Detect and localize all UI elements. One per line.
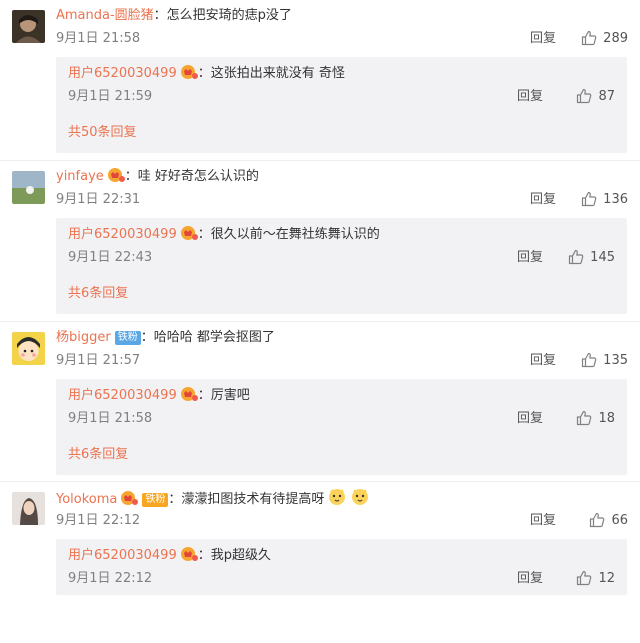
reply-box: 用户6520030499 ：这张拍出来就没有 奇怪 9月1日 21:59 回复 8… xyxy=(56,57,627,153)
thumbs-up-icon xyxy=(577,88,592,104)
reply-button[interactable]: 回复 xyxy=(517,409,543,429)
comment-username[interactable]: 杨bigger xyxy=(56,330,111,345)
reply-time: 9月1日 21:58 xyxy=(68,410,153,426)
reply-meta: 9月1日 22:43 回复 145 xyxy=(68,248,627,268)
reply-meta: 9月1日 21:59 回复 87 xyxy=(68,87,627,107)
view-more-replies-link[interactable]: 共50条回复 xyxy=(68,123,137,143)
reply-button[interactable]: 回复 xyxy=(517,87,543,107)
comment-line: 杨bigger 铁粉 ：哈哈哈 都学会抠图了 xyxy=(56,328,632,348)
vip-badge-icon xyxy=(180,64,198,88)
reply-button[interactable]: 回复 xyxy=(517,248,543,268)
reply-time: 9月1日 22:12 xyxy=(68,571,153,587)
like-button[interactable]: 136 xyxy=(566,190,628,210)
fan-badge: 铁粉 xyxy=(142,493,169,508)
comment-text: ：濛濛扣图技术有待提高呀 xyxy=(168,492,325,508)
comment-text: ：哇 好好奇怎么认识的 xyxy=(124,168,259,184)
thumbs-up-icon xyxy=(577,571,592,586)
reply-line: 用户6520030499 ：很久以前～在舞社练舞认识的 xyxy=(68,224,380,249)
thumbs-up-icon xyxy=(590,513,605,528)
like-count: 12 xyxy=(598,571,615,587)
avatar[interactable] xyxy=(12,492,45,526)
emoji-icon xyxy=(350,488,370,513)
comment-thread: Amanda-圆脸猪：怎么把安琦的痣p没了 9月1日 21:58 回复 289 … xyxy=(0,0,640,161)
reply-button[interactable]: 回复 xyxy=(517,569,543,589)
like-button[interactable]: 145 xyxy=(553,248,615,268)
comment-thread: Yolokoma 铁粉 ：濛濛扣图技术有待提高呀 9月1日 22:12 回复 66 … xyxy=(0,482,640,643)
comment-line: Yolokoma 铁粉 ：濛濛扣图技术有待提高呀 xyxy=(56,488,632,513)
comment-time: 9月1日 21:57 xyxy=(56,352,141,368)
reply-button[interactable]: 回复 xyxy=(530,29,556,49)
comment-text: ：怎么把安琦的痣p没了 xyxy=(153,8,292,23)
reply-button[interactable]: 回复 xyxy=(530,351,556,371)
like-button[interactable]: 289 xyxy=(566,29,628,49)
reply-box: 用户6520030499 ：厉害吧 9月1日 21:58 回复 18 共6条回复 xyxy=(56,378,627,475)
reply-text: ：这张拍出来就没有 奇怪 xyxy=(197,66,345,81)
comment-time: 9月1日 22:12 xyxy=(56,513,141,529)
like-button[interactable]: 135 xyxy=(566,351,628,371)
comment-text: ：哈哈哈 都学会抠图了 xyxy=(140,329,275,345)
reply-box: 用户6520030499 ：我p超级久 9月1日 22:12 回复 12 xyxy=(56,539,627,596)
thumbs-up-icon xyxy=(582,352,597,367)
thumbs-up-icon xyxy=(577,410,592,425)
like-count: 66 xyxy=(611,513,628,529)
reply-username[interactable]: 用户6520030499 xyxy=(68,66,177,81)
view-more-replies-link[interactable]: 共6条回复 xyxy=(68,445,128,465)
comment-thread: yinfaye ：哇 好好奇怎么认识的 9月1日 22:31 回复 136 用户6… xyxy=(0,161,640,322)
reply-button[interactable]: 回复 xyxy=(530,190,556,210)
reply-username[interactable]: 用户6520030499 xyxy=(68,548,177,563)
comment-time: 9月1日 22:31 xyxy=(56,191,141,207)
like-count: 136 xyxy=(603,191,628,207)
comment-time: 9月1日 21:58 xyxy=(56,31,141,46)
reply-meta: 9月1日 21:58 回复 18 xyxy=(68,409,627,429)
vip-badge-icon xyxy=(120,490,139,513)
comment-username[interactable]: yinfaye xyxy=(56,169,104,184)
comment-meta: 9月1日 22:12 回复 66 xyxy=(56,511,632,531)
like-count: 135 xyxy=(603,352,628,368)
like-count: 289 xyxy=(603,31,628,46)
vip-badge-icon xyxy=(107,167,125,190)
comment-thread: 杨bigger 铁粉 ：哈哈哈 都学会抠图了 9月1日 21:57 回复 135 用… xyxy=(0,322,640,483)
comment-line: yinfaye ：哇 好好奇怎么认识的 xyxy=(56,167,632,190)
comment-username[interactable]: Yolokoma xyxy=(56,492,117,507)
reply-text: ：很久以前～在舞社练舞认识的 xyxy=(197,226,380,242)
reply-line: 用户6520030499 ：这张拍出来就没有 奇怪 xyxy=(68,63,345,88)
thumbs-up-icon xyxy=(582,30,597,46)
emoji-icon xyxy=(327,488,347,513)
vip-badge-icon xyxy=(180,546,198,570)
like-count: 87 xyxy=(598,89,615,104)
thumbs-up-icon xyxy=(569,249,584,264)
view-more-replies-link[interactable]: 共6条回复 xyxy=(68,284,128,304)
comment-meta: 9月1日 21:57 回复 135 xyxy=(56,351,632,371)
reply-line: 用户6520030499 ：厉害吧 xyxy=(68,385,250,410)
vip-badge-icon xyxy=(180,225,198,249)
avatar[interactable] xyxy=(12,170,45,204)
comment-line: Amanda-圆脸猪：怎么把安琦的痣p没了 xyxy=(56,6,632,26)
like-button[interactable]: 66 xyxy=(566,511,628,531)
like-button[interactable]: 87 xyxy=(553,87,615,107)
like-button[interactable]: 18 xyxy=(553,409,615,429)
reply-button[interactable]: 回复 xyxy=(530,511,556,531)
reply-box: 用户6520030499 ：很久以前～在舞社练舞认识的 9月1日 22:43 回复… xyxy=(56,217,627,314)
reply-meta: 9月1日 22:12 回复 12 xyxy=(68,569,627,589)
reply-text: ：厉害吧 xyxy=(197,387,250,403)
avatar[interactable] xyxy=(12,10,45,43)
reply-line: 用户6520030499 ：我p超级久 xyxy=(68,545,271,570)
reply-username[interactable]: 用户6520030499 xyxy=(68,227,177,242)
reply-username[interactable]: 用户6520030499 xyxy=(68,388,177,403)
reply-text: ：我p超级久 xyxy=(197,548,271,564)
reply-time: 9月1日 22:43 xyxy=(68,249,153,265)
reply-time: 9月1日 21:59 xyxy=(68,89,153,104)
comment-meta: 9月1日 21:58 回复 289 xyxy=(56,29,632,49)
avatar[interactable] xyxy=(12,331,45,365)
comment-meta: 9月1日 22:31 回复 136 xyxy=(56,190,632,210)
comment-username[interactable]: Amanda-圆脸猪 xyxy=(56,8,154,23)
like-count: 18 xyxy=(598,410,615,426)
like-button[interactable]: 12 xyxy=(553,569,615,589)
like-count: 145 xyxy=(590,249,615,265)
thumbs-up-icon xyxy=(582,191,597,206)
fan-badge: 铁粉 xyxy=(114,330,141,345)
vip-badge-icon xyxy=(180,386,198,410)
